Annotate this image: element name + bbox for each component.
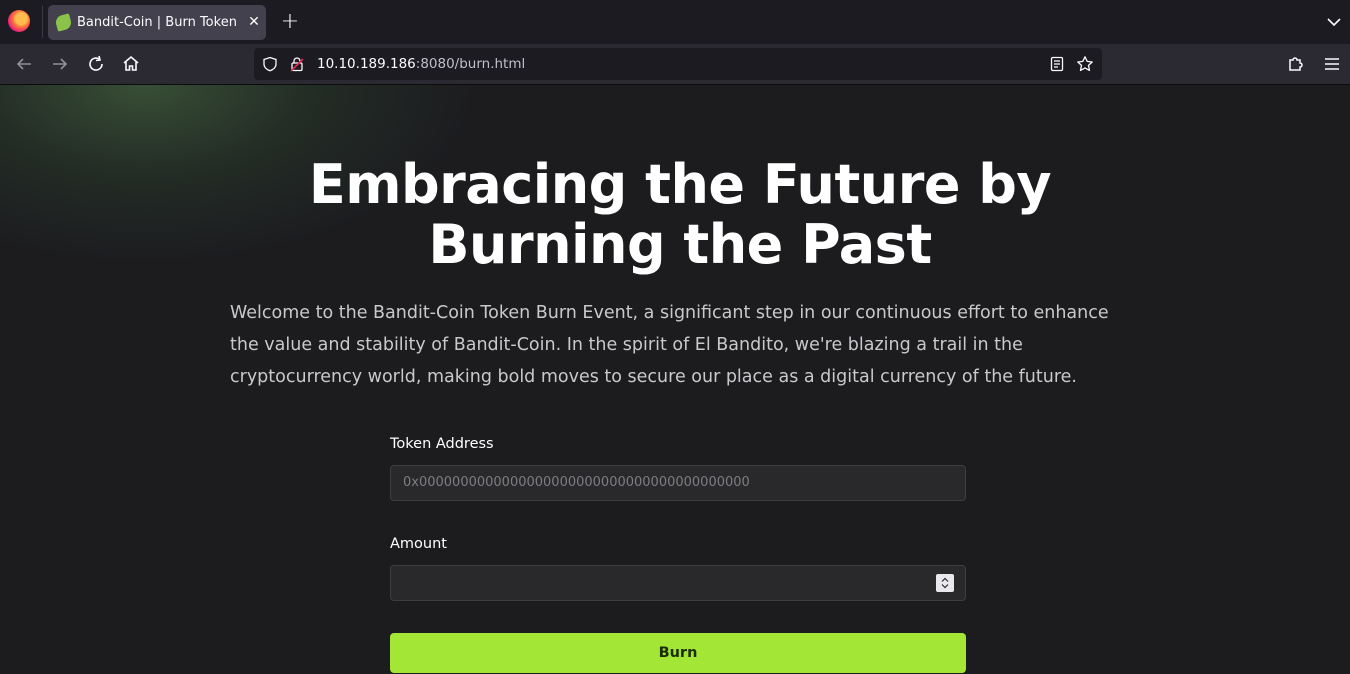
token-address-input[interactable]: 0x00000000000000000000000000000000000000… — [390, 465, 966, 501]
reload-icon[interactable] — [84, 52, 108, 76]
firefox-logo-icon[interactable] — [8, 10, 30, 32]
tab-list-chevron-icon[interactable] — [1324, 12, 1344, 32]
leaf-favicon-icon — [54, 13, 73, 32]
token-address-placeholder: 0x00000000000000000000000000000000000000… — [403, 475, 750, 490]
url-path: :8080/burn.html — [415, 56, 526, 72]
amount-input[interactable] — [390, 565, 966, 601]
menu-hamburger-icon[interactable] — [1320, 52, 1344, 76]
browser-nav-bar: 10.10.189.186:8080/burn.html — [0, 44, 1350, 85]
forward-arrow-icon[interactable] — [48, 52, 72, 76]
hero-title-line-2: Burning the Past — [428, 213, 932, 276]
amount-label: Amount — [390, 536, 447, 552]
hero-intro: Welcome to the Bandit-Coin Token Burn Ev… — [230, 303, 1109, 387]
new-tab-button[interactable]: + — [278, 9, 302, 35]
tab-separator — [42, 6, 43, 38]
hero-title: Embracing the Future by Burning the Past — [175, 155, 1185, 275]
tab-close-icon[interactable]: ✕ — [244, 11, 264, 33]
tab-title: Bandit-Coin | Burn Token — [77, 15, 237, 30]
browser-tab-bar: Bandit-Coin | Burn Token ✕ + — [0, 0, 1350, 44]
bookmark-star-icon[interactable] — [1076, 55, 1094, 73]
home-icon[interactable] — [119, 52, 143, 76]
url-text[interactable]: 10.10.189.186:8080/burn.html — [317, 56, 525, 72]
tracking-shield-icon[interactable] — [262, 56, 278, 72]
url-host: 10.10.189.186 — [317, 56, 416, 72]
extensions-puzzle-icon[interactable] — [1284, 52, 1308, 76]
burn-button[interactable]: Burn — [390, 633, 966, 673]
insecure-lock-icon[interactable] — [289, 56, 305, 72]
active-tab[interactable]: Bandit-Coin | Burn Token ✕ — [48, 5, 266, 40]
reader-view-icon[interactable] — [1049, 56, 1065, 72]
page-content: Embracing the Future by Burning the Past… — [0, 85, 1350, 674]
address-bar[interactable]: 10.10.189.186:8080/burn.html — [254, 48, 1102, 80]
hero-title-line-1: Embracing the Future by — [308, 153, 1052, 216]
token-address-label: Token Address — [390, 436, 494, 452]
number-spinner[interactable] — [936, 574, 954, 592]
back-arrow-icon[interactable] — [12, 52, 36, 76]
